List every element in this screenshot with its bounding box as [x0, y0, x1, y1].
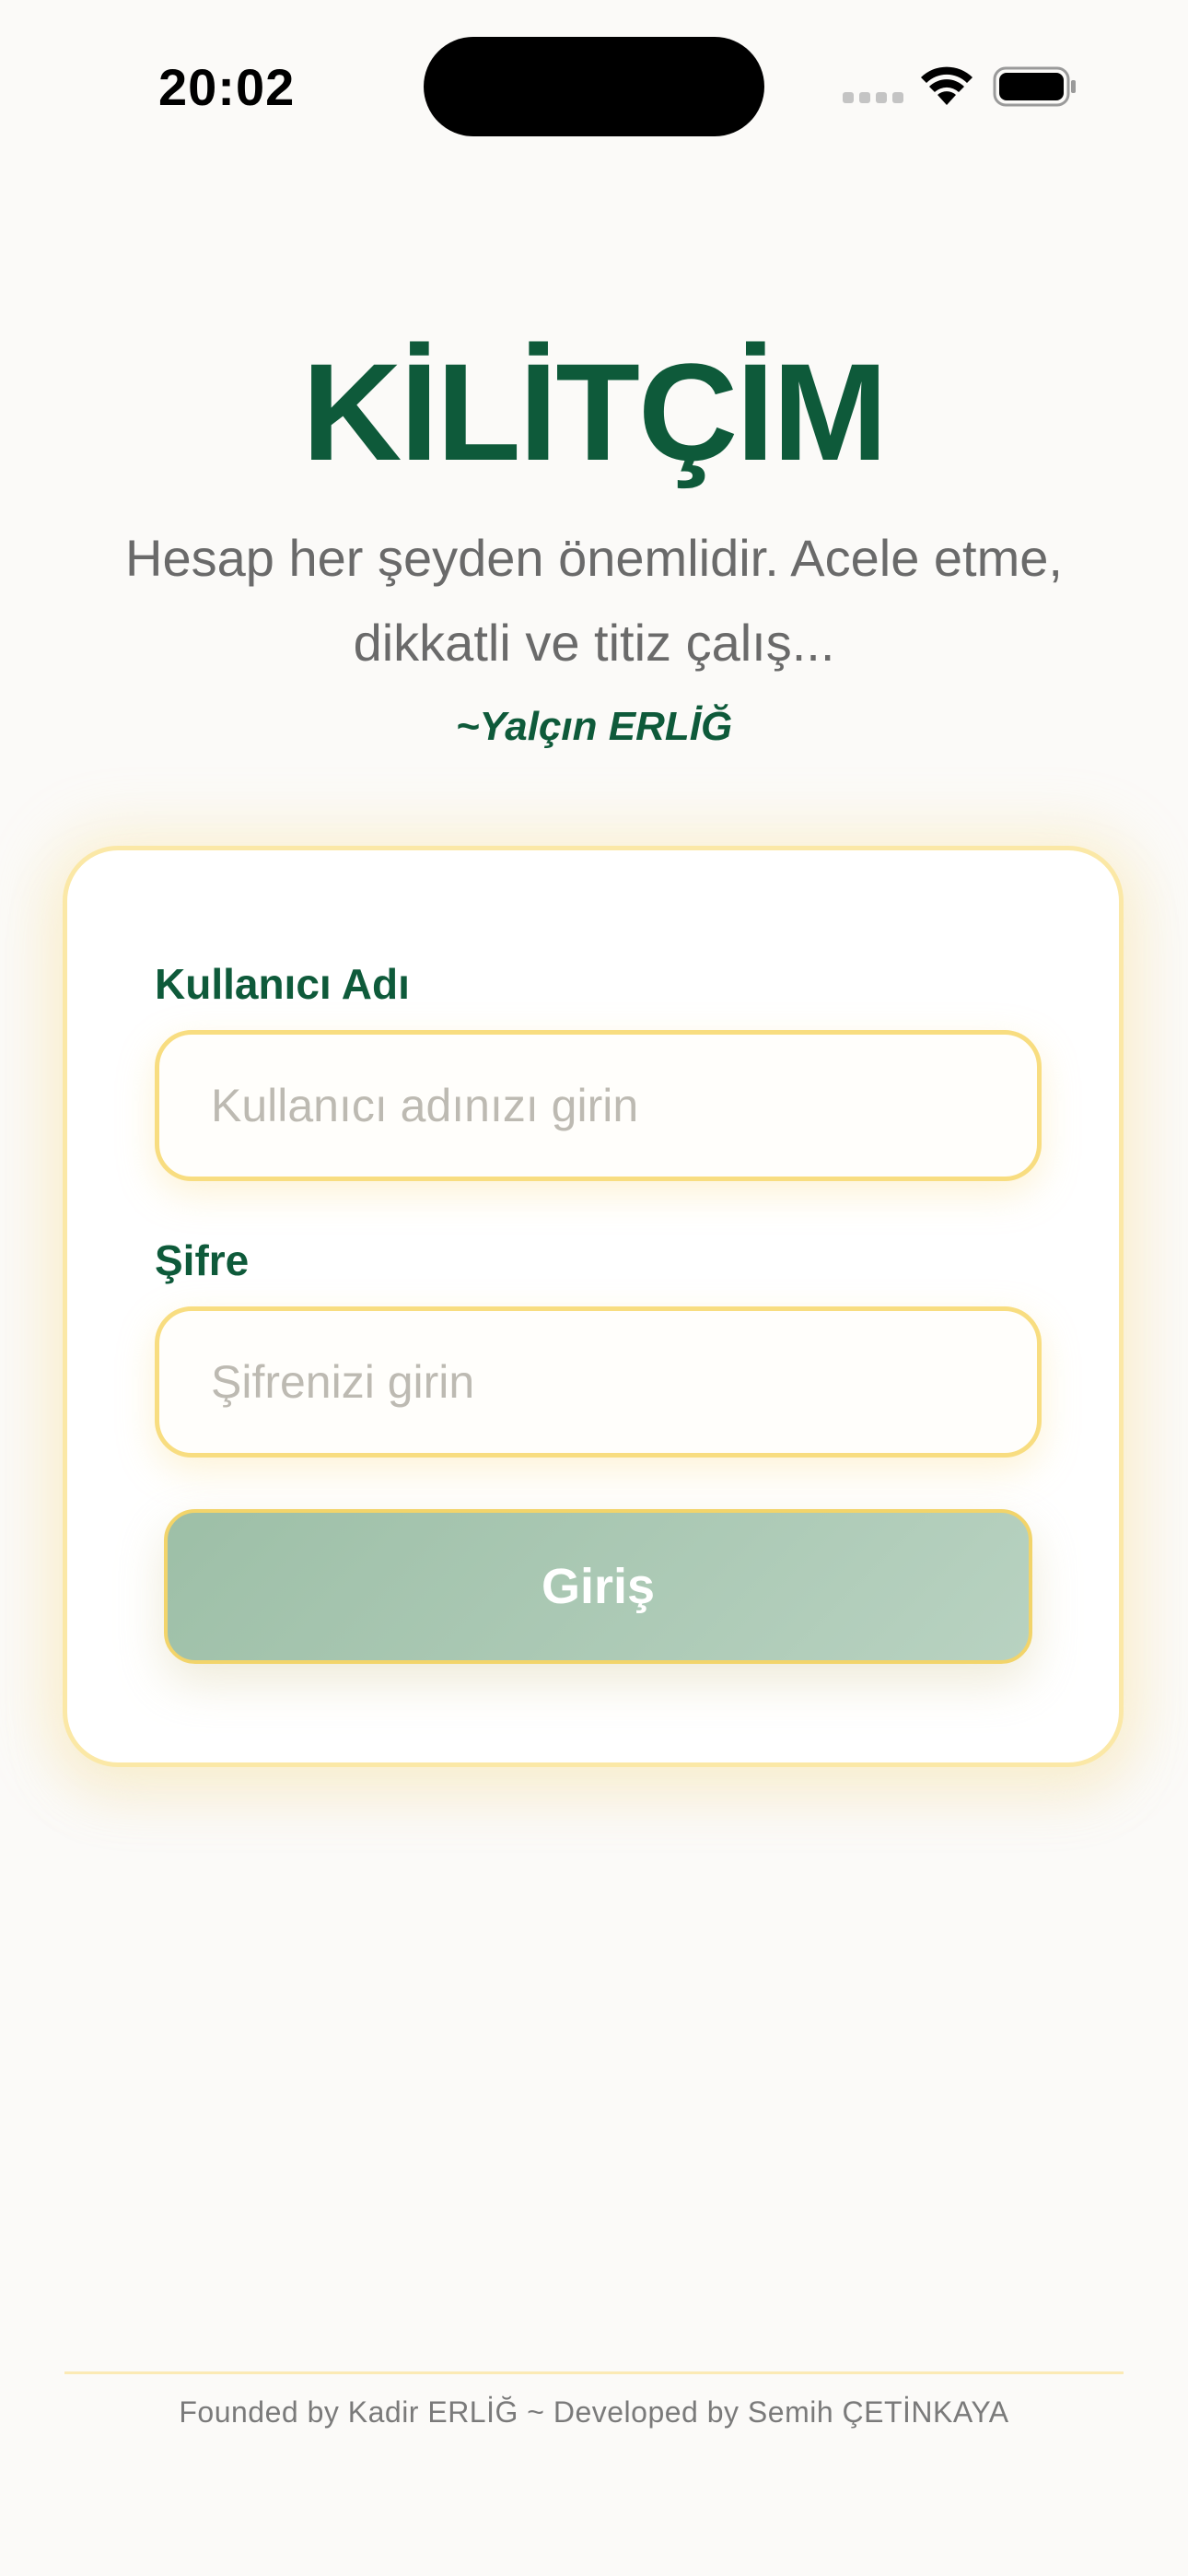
dynamic-island — [424, 37, 764, 136]
login-button[interactable]: Giriş — [164, 1509, 1032, 1664]
signal-icon — [843, 92, 903, 103]
password-label: Şifre — [155, 1236, 250, 1284]
quote-text: Hesap her şeyden önemlidir. Acele etme, … — [125, 529, 1063, 672]
login-card: Kullanıcı Adı Şifre Giriş — [63, 846, 1124, 1767]
battery-icon — [993, 66, 1076, 107]
username-label: Kullanıcı Adı — [155, 960, 410, 1008]
app-title: KİLİTÇİM — [302, 334, 888, 489]
status-time: 20:02 — [158, 58, 296, 116]
footer-credits: Founded by Kadir ERLİĞ ~ Developed by Se… — [179, 2395, 1009, 2429]
footer-divider — [64, 2371, 1124, 2374]
status-bar: 20:02 — [0, 0, 1188, 175]
password-input[interactable] — [155, 1306, 1042, 1458]
quote-author: ~Yalçın ERLİĞ — [455, 704, 733, 749]
username-input[interactable] — [155, 1030, 1042, 1181]
wifi-icon — [921, 66, 973, 105]
